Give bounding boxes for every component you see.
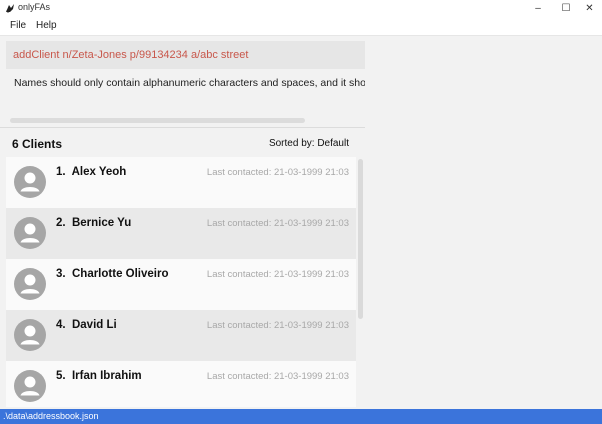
save-location-path: .\data\addressbook.json [3, 411, 99, 421]
command-input[interactable]: addClient n/Zeta-Jones p/99134234 a/abc … [6, 41, 365, 69]
status-bar: .\data\addressbook.json [0, 409, 602, 424]
client-list[interactable]: 1. Alex Yeoh Last contacted: 21-03-1999 … [6, 157, 362, 407]
result-display: Names should only contain alphanumeric c… [6, 72, 365, 126]
sort-order-label: Sorted by: Default [268, 138, 349, 149]
last-contacted-label: Last contacted: 21-03-1999 21:03 [206, 320, 349, 331]
avatar-icon [14, 217, 46, 249]
title-bar: onlyFAs – ☐ ✕ [0, 0, 602, 16]
client-name: 3. Charlotte Oliveiro [56, 268, 169, 280]
menu-bar: File Help [0, 16, 602, 36]
last-contacted-label: Last contacted: 21-03-1999 21:03 [206, 371, 349, 382]
minimize-icon: – [535, 2, 541, 14]
menu-file[interactable]: File [10, 20, 26, 31]
client-card[interactable]: 3. Charlotte Oliveiro Last contacted: 21… [6, 259, 356, 310]
client-card[interactable]: 4. David Li Last contacted: 21-03-1999 2… [6, 310, 356, 361]
maximize-icon: ☐ [561, 2, 571, 14]
client-card[interactable]: 5. Irfan Ibrahim Last contacted: 21-03-1… [6, 361, 356, 407]
client-card[interactable]: 2. Bernice Yu Last contacted: 21-03-1999… [6, 208, 356, 259]
client-card[interactable]: 1. Alex Yeoh Last contacted: 21-03-1999 … [6, 157, 356, 208]
close-icon: ✕ [585, 2, 594, 14]
last-contacted-label: Last contacted: 21-03-1999 21:03 [206, 269, 349, 280]
client-count-label: 6 Clients [12, 137, 63, 151]
panel-divider [0, 127, 365, 128]
close-button[interactable]: ✕ [577, 0, 602, 16]
client-name: 2. Bernice Yu [56, 217, 132, 229]
result-message: Names should only contain alphanumeric c… [14, 77, 365, 89]
avatar-icon [14, 166, 46, 198]
result-horizontal-scrollbar[interactable] [10, 118, 305, 123]
client-list-scrollbar[interactable] [358, 159, 363, 319]
last-contacted-label: Last contacted: 21-03-1999 21:03 [206, 218, 349, 229]
client-name: 4. David Li [56, 319, 117, 331]
client-name: 1. Alex Yeoh [56, 166, 127, 178]
client-list-header: 6 Clients Sorted by: Default [0, 130, 365, 156]
avatar-icon [14, 268, 46, 300]
window-title: onlyFAs [18, 2, 51, 12]
last-contacted-label: Last contacted: 21-03-1999 21:03 [206, 167, 349, 178]
avatar-icon [14, 319, 46, 351]
app-logo-icon [6, 4, 14, 13]
avatar-icon [14, 370, 46, 402]
client-name: 5. Irfan Ibrahim [56, 370, 142, 382]
menu-help[interactable]: Help [36, 20, 57, 31]
